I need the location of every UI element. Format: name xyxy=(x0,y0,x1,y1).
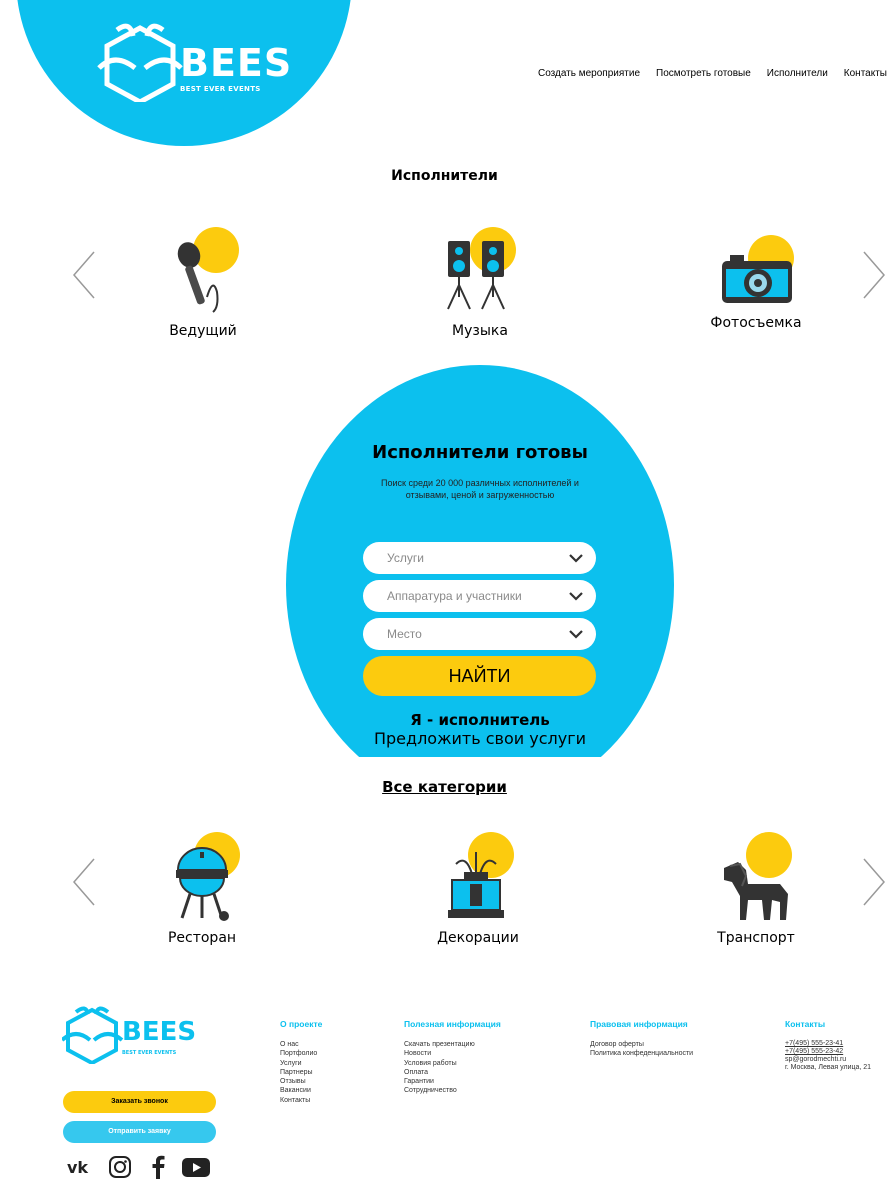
footer-link[interactable]: Политика конфеденциальности xyxy=(590,1049,693,1058)
footer-link[interactable]: Портфолио xyxy=(280,1049,317,1058)
carousel-next-icon[interactable] xyxy=(860,250,888,300)
footer-link[interactable]: О нас xyxy=(280,1040,317,1049)
nav-contacts[interactable]: Контакты xyxy=(844,68,887,79)
category-music[interactable]: Музыка xyxy=(400,225,560,355)
footer-link[interactable]: Договор оферты xyxy=(590,1040,693,1049)
footer-link[interactable]: Сотрудничество xyxy=(404,1086,475,1095)
footer-link[interactable]: Гарантии xyxy=(404,1077,475,1086)
grill-icon xyxy=(176,847,229,921)
chevron-down-icon xyxy=(569,592,583,601)
main-nav: Создать мероприятие Посмотреть готовые И… xyxy=(538,68,887,79)
footer-phone-link[interactable]: +7(495) 555-23-42 xyxy=(785,1048,871,1056)
footer-col-legal-title: Правовая информация xyxy=(590,1019,688,1029)
chevron-down-icon xyxy=(569,554,583,563)
vk-icon[interactable]: vk xyxy=(66,1155,100,1179)
footer-logo-subtitle: BEST EVER EVENTS xyxy=(122,1050,177,1056)
footer-email-link[interactable]: sp@gorodmechti.ru xyxy=(785,1056,871,1064)
category-label: Транспорт xyxy=(717,930,795,946)
footer-link[interactable]: Контакты xyxy=(280,1096,317,1105)
footer-col-contacts: +7(495) 555-23-41 +7(495) 555-23-42 sp@g… xyxy=(785,1040,871,1072)
search-description: Поиск среди 20 000 различных исполнителе… xyxy=(381,478,579,500)
category-decorations[interactable]: Декорации xyxy=(398,830,558,960)
footer-link[interactable]: Отзывы xyxy=(280,1077,317,1086)
category-host[interactable]: Ведущий xyxy=(123,225,283,355)
category-label: Декорации xyxy=(437,930,519,946)
nav-view-ready[interactable]: Посмотреть готовые xyxy=(656,68,751,79)
place-select[interactable]: Место xyxy=(363,618,596,650)
footer-col-info-title: Полезная информация xyxy=(404,1019,501,1029)
footer-link[interactable]: Оплата xyxy=(404,1068,475,1077)
all-categories-link[interactable]: Все категории xyxy=(0,778,889,796)
category-transport[interactable]: Транспорт xyxy=(676,830,836,960)
footer-col-about-title: О проекте xyxy=(280,1019,323,1029)
carousel-prev-icon[interactable] xyxy=(70,857,98,907)
fountain-icon xyxy=(448,852,504,918)
footer-link[interactable]: Услуги xyxy=(280,1059,317,1068)
search-title: Исполнители готовы xyxy=(372,442,588,463)
category-label: Ресторан xyxy=(167,930,237,946)
footer-address: г. Москва, Левая улица, 21 xyxy=(785,1064,872,1071)
chevron-down-icon xyxy=(569,630,583,639)
select-value: Место xyxy=(387,627,422,641)
category-label: Музыка xyxy=(452,323,508,339)
select-value: Аппаратура и участники xyxy=(387,589,522,603)
category-label: Ведущий xyxy=(169,323,237,339)
microphone-icon xyxy=(177,242,219,313)
category-photo[interactable]: Фотосъемка xyxy=(676,225,836,355)
horse-icon xyxy=(724,862,788,920)
footer-link[interactable]: Условия работы xyxy=(404,1059,475,1068)
footer-link[interactable]: Партнеры xyxy=(280,1068,317,1077)
speakers-icon xyxy=(447,241,505,310)
nav-performers[interactable]: Исполнители xyxy=(767,68,828,79)
footer-col-contacts-title: Контакты xyxy=(785,1019,826,1029)
footer-link[interactable]: Вакансии xyxy=(280,1086,317,1095)
logo-title: BEES xyxy=(180,41,293,85)
performers-title: Исполнители xyxy=(391,168,498,184)
offer-services-link[interactable]: Предложить свои услуги xyxy=(286,729,674,748)
footer-col-about: О нас Портфолио Услуги Партнеры Отзывы В… xyxy=(280,1040,317,1105)
youtube-icon[interactable] xyxy=(180,1155,212,1179)
footer-link[interactable]: Скачать презентацию xyxy=(404,1040,475,1049)
services-select[interactable]: Услуги xyxy=(363,542,596,574)
find-button[interactable]: НАЙТИ xyxy=(363,656,596,696)
footer-phone-link[interactable]: +7(495) 555-23-41 xyxy=(785,1040,871,1048)
category-label: Фотосъемка xyxy=(710,315,802,331)
logo-subtitle: BEST EVER EVENTS xyxy=(180,85,261,93)
footer-col-legal: Договор оферты Политика конфеденциальнос… xyxy=(590,1040,693,1059)
send-request-button[interactable]: Отправить заявку xyxy=(63,1121,216,1143)
carousel-prev-icon[interactable] xyxy=(70,250,98,300)
footer-logo-title: BEES xyxy=(122,1017,197,1047)
order-call-button[interactable]: Заказать звонок xyxy=(63,1091,216,1113)
footer-col-info: Скачать презентацию Новости Условия рабо… xyxy=(404,1040,475,1096)
nav-create-event[interactable]: Создать мероприятие xyxy=(538,68,640,79)
svg-text:vk: vk xyxy=(67,1158,88,1177)
carousel-next-icon[interactable] xyxy=(860,857,888,907)
facebook-icon[interactable] xyxy=(148,1155,168,1179)
footer-link[interactable]: Новости xyxy=(404,1049,475,1058)
performer-heading: Я - исполнитель xyxy=(410,711,550,729)
category-restaurant[interactable]: Ресторан xyxy=(122,830,282,960)
camera-icon xyxy=(722,255,792,303)
instagram-icon[interactable] xyxy=(108,1155,132,1179)
select-value: Услуги xyxy=(387,551,424,565)
equipment-select[interactable]: Аппаратура и участники xyxy=(363,580,596,612)
